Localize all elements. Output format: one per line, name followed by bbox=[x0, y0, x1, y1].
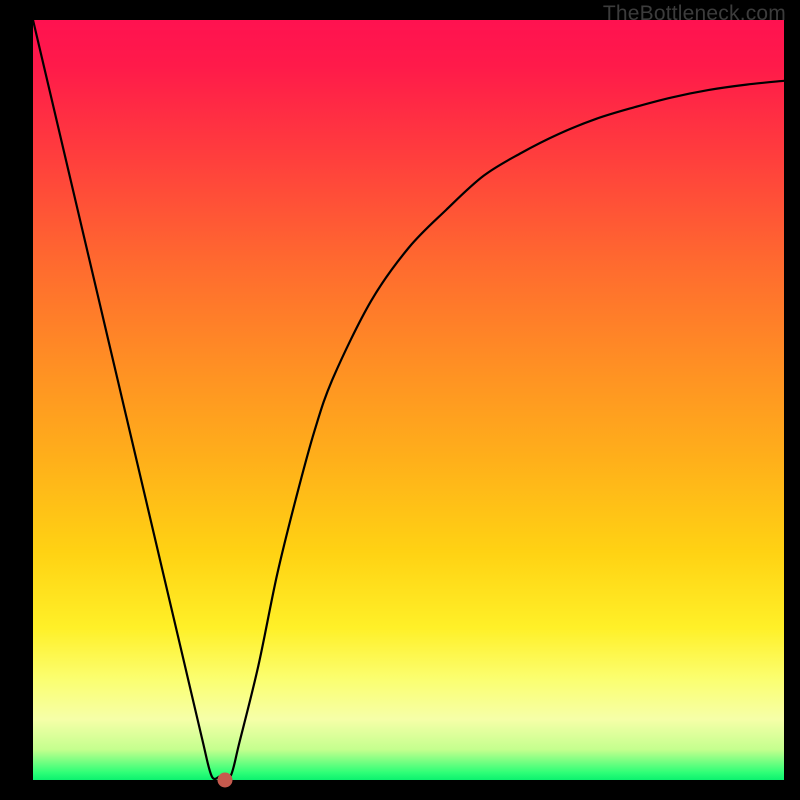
chart-frame: TheBottleneck.com bbox=[0, 0, 800, 800]
plot-area bbox=[33, 20, 784, 780]
curve-path bbox=[33, 20, 784, 779]
bottleneck-curve bbox=[33, 20, 784, 780]
minimum-marker bbox=[217, 773, 232, 788]
watermark-text: TheBottleneck.com bbox=[603, 2, 786, 26]
